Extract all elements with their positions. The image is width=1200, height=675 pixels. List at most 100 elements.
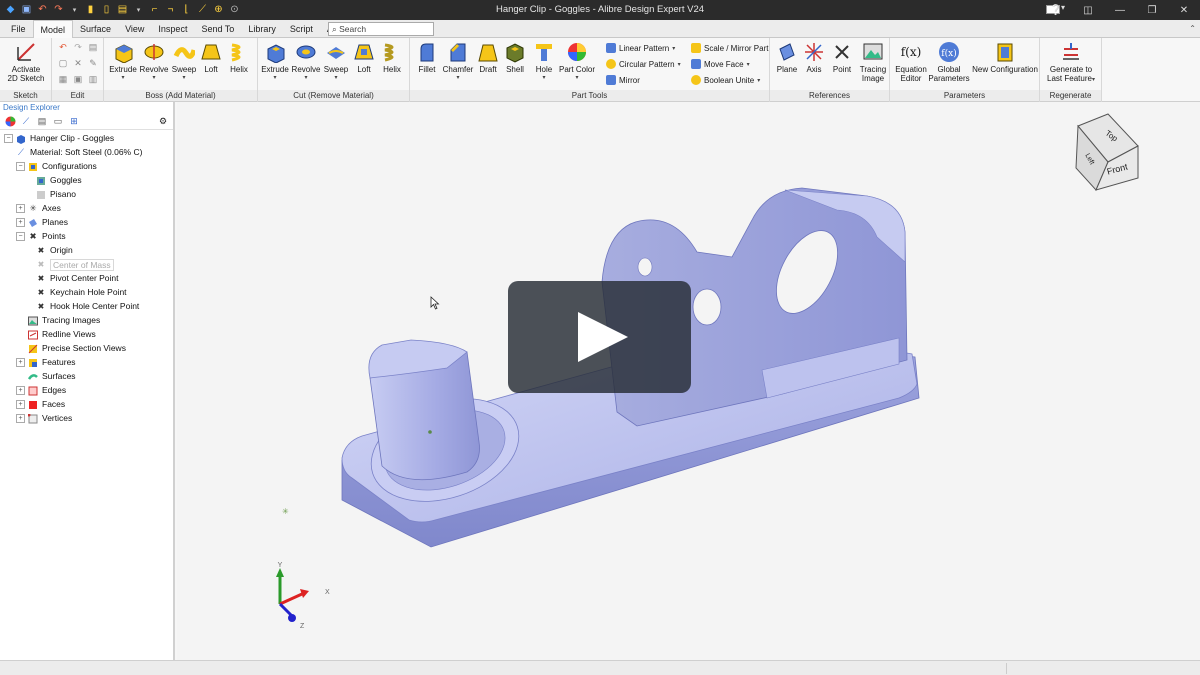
config-icon <box>36 190 46 200</box>
tree-item-features[interactable]: + Features <box>16 356 76 369</box>
tree-item-precise-section-views[interactable]: + Precise Section Views <box>16 342 126 355</box>
global-parameters-button[interactable]: f(x) Global Parameters <box>928 41 970 83</box>
cut-loft-button[interactable]: Loft <box>353 41 375 74</box>
sketch-point-marker: ✳ <box>282 507 289 516</box>
part-color-button[interactable]: Part Color ▾ <box>558 41 596 83</box>
gear-icon[interactable]: ⚙ <box>157 115 169 127</box>
section-icon <box>28 344 38 354</box>
list-icon[interactable]: ▤ <box>88 42 98 52</box>
scale-mirror-part-button[interactable]: Scale / Mirror Part <box>691 43 768 53</box>
collapse-icon[interactable]: − <box>16 162 25 171</box>
tab-script[interactable]: Script <box>283 20 320 38</box>
hole-button[interactable]: Hole ▾ <box>532 41 556 83</box>
undo-icon[interactable]: ↶ <box>58 42 68 52</box>
help-icon[interactable]: ❔ <box>1040 0 1072 20</box>
expand-icon[interactable]: + <box>16 218 25 227</box>
tab-library[interactable]: Library <box>241 20 283 38</box>
boss-sweep-button[interactable]: Sweep ▾ <box>170 41 198 83</box>
mirror-button[interactable]: Mirror <box>606 75 640 85</box>
delete-icon[interactable]: ✕ <box>73 58 83 68</box>
title-bar: ◆ ▣ ↶ ↷ ▾ ▮ ▯ ▤ ▾ ⌐ ¬ ⌊ ⟋ ⊕ ⊙ Hanger Cli… <box>0 0 1200 20</box>
expand-icon[interactable]: + <box>16 386 25 395</box>
tab-send-to[interactable]: Send To <box>194 20 241 38</box>
tree-item-pivot-center-point[interactable]: ✖ Pivot Center Point <box>36 272 119 285</box>
paste-special-icon[interactable]: ▥ <box>88 74 98 84</box>
tab-file[interactable]: File <box>4 20 33 38</box>
point-button[interactable]: Point <box>830 41 854 74</box>
boss-extrude-button[interactable]: Extrude ▾ <box>108 41 138 83</box>
tree-item-goggles[interactable]: Goggles <box>36 174 82 187</box>
close-button[interactable]: ✕ <box>1168 0 1200 20</box>
expand-icon[interactable]: + <box>16 358 25 367</box>
tree-item-surfaces[interactable]: + Surfaces <box>16 370 76 383</box>
plane-button[interactable]: Plane <box>774 41 800 74</box>
tree-icon[interactable]: ⊞ <box>68 115 80 127</box>
copy-icon[interactable]: ▢ <box>58 58 68 68</box>
tree-item-redline-views[interactable]: + Redline Views <box>16 328 96 341</box>
draft-button[interactable]: Draft <box>476 41 500 74</box>
boss-helix-button[interactable]: Helix <box>226 41 252 74</box>
expand-icon[interactable]: + <box>16 400 25 409</box>
circular-pattern-button[interactable]: Circular Pattern ▾ <box>606 59 681 69</box>
tree-item-vertices[interactable]: + Vertices <box>16 412 72 425</box>
activate-2d-sketch-button[interactable]: Activate 2D Sketch <box>4 41 48 83</box>
monitor-icon[interactable]: ▭ <box>52 115 64 127</box>
view-cube[interactable]: Top Left Front <box>1072 110 1147 195</box>
tree-item-keychain-hole-point[interactable]: ✖ Keychain Hole Point <box>36 286 127 299</box>
linear-pattern-button[interactable]: Linear Pattern ▾ <box>606 43 675 53</box>
paste-icon[interactable]: ▣ <box>73 74 83 84</box>
collapse-icon[interactable]: − <box>16 232 25 241</box>
tree-item-center-of-mass[interactable]: ✖ Center of Mass <box>36 258 114 271</box>
chamfer-button[interactable]: Chamfer ▾ <box>442 41 474 83</box>
svg-text:f(x): f(x) <box>941 48 956 59</box>
cut-revolve-button[interactable]: Revolve ▾ <box>291 41 321 83</box>
shell-button[interactable]: Shell <box>503 41 527 74</box>
tree-item-origin[interactable]: ✖ Origin <box>36 244 73 257</box>
expand-icon[interactable]: + <box>16 414 25 423</box>
new-configuration-button[interactable]: New Configuration <box>972 41 1038 74</box>
expand-icon[interactable]: + <box>16 204 25 213</box>
redo-icon[interactable]: ↷ <box>73 42 83 52</box>
cut-sweep-button[interactable]: Sweep ▾ <box>322 41 350 83</box>
tab-surface[interactable]: Surface <box>73 20 118 38</box>
fillet-button[interactable]: Fillet <box>414 41 440 74</box>
equation-editor-button[interactable]: f(x) Equation Editor <box>894 41 928 84</box>
tree-item-tracing-images[interactable]: + Tracing Images <box>16 314 100 327</box>
tree-item-faces[interactable]: + Faces <box>16 398 65 411</box>
tab-inspect[interactable]: Inspect <box>151 20 194 38</box>
tree-item-axes[interactable]: + ✳ Axes <box>16 202 61 215</box>
tree-item-root[interactable]: − Hanger Clip - Goggles <box>4 132 114 145</box>
color-wheel-icon[interactable] <box>4 115 16 127</box>
tab-model[interactable]: Model <box>32 20 74 38</box>
search-input[interactable]: ⌕ Search <box>328 22 434 36</box>
tab-view[interactable]: View <box>118 20 151 38</box>
boss-revolve-button[interactable]: Revolve ▾ <box>139 41 169 83</box>
tracing-image-button[interactable]: Tracing Image <box>858 41 888 83</box>
cut-helix-button[interactable]: Helix <box>379 41 405 74</box>
tree-item-hook-hole-center-point[interactable]: ✖ Hook Hole Center Point <box>36 300 140 313</box>
play-icon[interactable] <box>578 312 628 362</box>
properties-icon[interactable]: ▤ <box>36 115 48 127</box>
axis-button[interactable]: Axis <box>802 41 826 74</box>
cut-icon[interactable]: ▦ <box>58 74 68 84</box>
tree-item-material[interactable]: ⟋ Material: Soft Steel (0.06% C) <box>16 146 142 159</box>
move-face-button[interactable]: Move Face ▾ <box>691 59 750 69</box>
generate-to-last-feature-button[interactable]: Generate to Last Feature▾ <box>1043 41 1099 85</box>
edit-icon[interactable]: ✎ <box>88 58 98 68</box>
tree-item-pisano[interactable]: Pisano <box>36 188 76 201</box>
collapse-ribbon-icon[interactable]: ⌃ <box>1189 24 1196 33</box>
collapse-icon[interactable]: − <box>4 134 13 143</box>
restore-button[interactable]: ❐ <box>1136 0 1168 20</box>
global-function-icon: f(x) <box>938 41 960 63</box>
tree-item-points[interactable]: − ✖ Points <box>16 230 66 243</box>
tree-item-planes[interactable]: + Planes <box>16 216 68 229</box>
revolve-cut-icon <box>295 41 317 63</box>
tree-item-edges[interactable]: + Edges <box>16 384 66 397</box>
layout-icon[interactable]: ◫ <box>1072 0 1104 20</box>
tree-item-configurations[interactable]: − Configurations <box>16 160 97 173</box>
material-icon[interactable]: ⟋ <box>20 115 32 127</box>
boolean-unite-button[interactable]: Boolean Unite ▾ <box>691 75 760 85</box>
cut-extrude-button[interactable]: Extrude ▾ <box>260 41 290 83</box>
boss-loft-button[interactable]: Loft <box>200 41 222 74</box>
minimize-button[interactable]: — <box>1104 0 1136 20</box>
